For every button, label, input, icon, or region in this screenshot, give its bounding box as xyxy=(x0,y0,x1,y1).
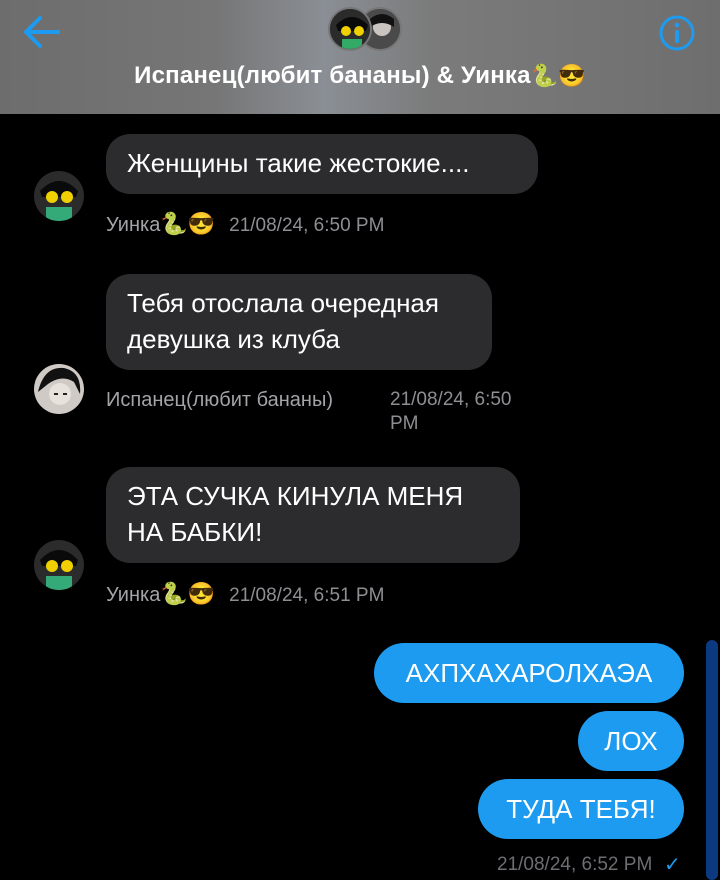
sender-emoji: 🐍😎 xyxy=(160,581,216,606)
avatar-ispanets[interactable] xyxy=(34,364,84,414)
outgoing-message-time: 21/08/24, 6:52 PM xyxy=(497,854,653,875)
scrollbar[interactable] xyxy=(706,640,718,880)
message-bubble[interactable]: Женщины такие жестокие.... xyxy=(106,134,538,194)
message-meta: Испанец(любит бананы) xyxy=(106,388,333,413)
sender-name[interactable]: Уинка xyxy=(106,214,160,236)
chat-title[interactable]: Испанец(любит бананы) & Уинка🐍😎 xyxy=(0,62,720,90)
message-bubble[interactable]: Тебя отослала очередная девушка из клуба xyxy=(106,274,492,370)
avatar-uinka-small xyxy=(328,7,372,51)
sender-emoji: 🐍😎 xyxy=(160,211,216,236)
chat-title-text: Испанец(любит бананы) & Уинка xyxy=(134,62,531,89)
avatar-uinka[interactable] xyxy=(34,540,84,590)
sender-name[interactable]: Испанец(любит бананы) xyxy=(106,389,333,411)
message-bubble[interactable]: ЭТА СУЧКА КИНУЛА МЕНЯ НА БАБКИ! xyxy=(106,467,520,563)
avatar-uinka[interactable] xyxy=(34,171,84,221)
outgoing-message-bubble[interactable]: АХПХАХАРОЛХАЭА xyxy=(374,643,684,703)
message-text: ЭТА СУЧКА КИНУЛА МЕНЯ НА БАБКИ! xyxy=(127,481,464,547)
message-text: Тебя отослала очередная девушка из клуба xyxy=(127,288,439,354)
message-meta: Уинка🐍😎 21/08/24, 6:51 PM xyxy=(106,582,384,608)
arrow-left-icon xyxy=(24,16,60,48)
info-circle-icon xyxy=(659,15,695,51)
message-text: ЛОХ xyxy=(604,726,658,756)
message-text: Женщины такие жестокие.... xyxy=(127,148,470,178)
message-time: 21/08/24, 6:50 PM xyxy=(229,215,385,236)
message-time: 21/08/24, 6:50 PM xyxy=(390,388,512,436)
message-time-line1: 21/08/24, 6:50 xyxy=(390,389,512,410)
outgoing-message-bubble[interactable]: ЛОХ xyxy=(578,711,684,771)
info-button[interactable] xyxy=(658,14,696,52)
message-meta: Уинка🐍😎 21/08/24, 6:50 PM xyxy=(106,212,384,238)
sender-name[interactable]: Уинка xyxy=(106,584,160,606)
message-text: ТУДА ТЕБЯ! xyxy=(506,794,656,824)
chat-header: Испанец(любит бананы) & Уинка🐍😎 xyxy=(0,0,720,114)
group-avatars[interactable] xyxy=(328,7,408,51)
message-time-line2: PM xyxy=(390,413,419,434)
read-check-icon: ✓ xyxy=(664,854,681,876)
message-time: 21/08/24, 6:51 PM xyxy=(229,585,385,606)
message-text: АХПХАХАРОЛХАЭА xyxy=(405,658,653,688)
back-button[interactable] xyxy=(20,14,62,50)
outgoing-message-bubble[interactable]: ТУДА ТЕБЯ! xyxy=(478,779,684,839)
title-emoji: 🐍😎 xyxy=(530,63,586,88)
